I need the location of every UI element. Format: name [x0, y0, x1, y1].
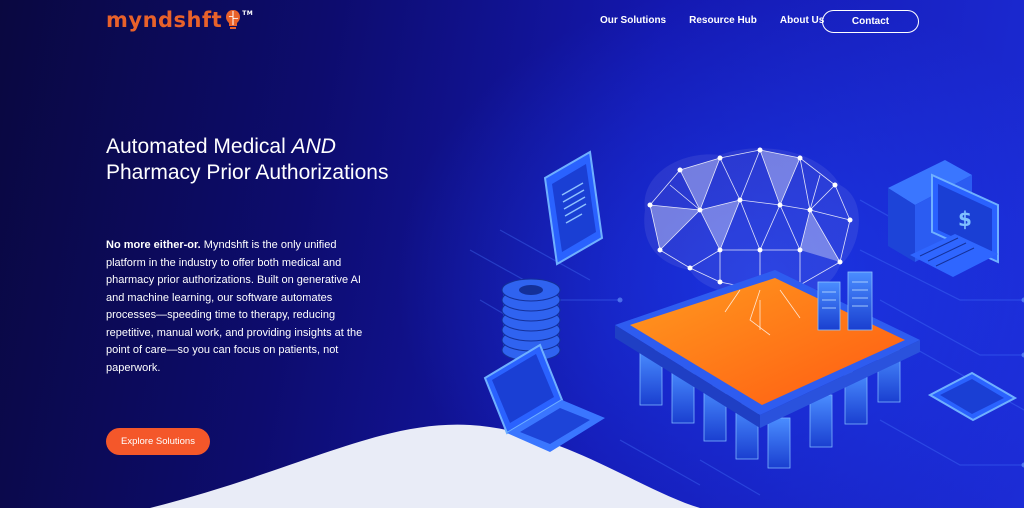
hero-description: No more either-or. Myndshft is the only …: [106, 237, 376, 377]
hero-illustration: $: [483, 147, 1018, 469]
lightbulb-brain-icon: TM: [225, 9, 253, 31]
desktop-dollar-icon: $: [888, 160, 999, 277]
server-chip-icon: [615, 270, 920, 469]
hero-section: myndshft TM Our Solutions Resource Hub A…: [0, 0, 1024, 508]
trademark-label: TM: [242, 10, 254, 17]
phone-icon: [927, 371, 1018, 422]
brain-network-icon: [644, 147, 859, 295]
headline-emphasis: AND: [291, 135, 336, 158]
logo[interactable]: myndshft TM: [106, 8, 253, 32]
main-nav: Our Solutions Resource Hub About Us: [600, 15, 847, 26]
logo-text: myndshft: [106, 8, 223, 32]
nav-item-our-solutions[interactable]: Our Solutions: [600, 15, 666, 26]
gear-stack-icon: [501, 278, 561, 362]
tablet-icon: [543, 150, 604, 266]
hero-description-text: Myndshft is the only unified platform in…: [106, 239, 363, 374]
contact-button[interactable]: Contact: [822, 10, 919, 33]
dollar-symbol: $: [958, 207, 972, 231]
headline-part2: Pharmacy Prior Authorizations: [106, 161, 389, 184]
explore-solutions-button[interactable]: Explore Solutions: [106, 428, 210, 455]
nav-item-about-us[interactable]: About Us: [780, 15, 824, 26]
hero-description-lead: No more either-or.: [106, 239, 201, 251]
page-title: Automated Medical AND Pharmacy Prior Aut…: [106, 134, 406, 186]
nav-item-resource-hub[interactable]: Resource Hub: [689, 15, 757, 26]
laptop-icon: [483, 343, 605, 452]
headline-part1: Automated Medical: [106, 135, 292, 158]
